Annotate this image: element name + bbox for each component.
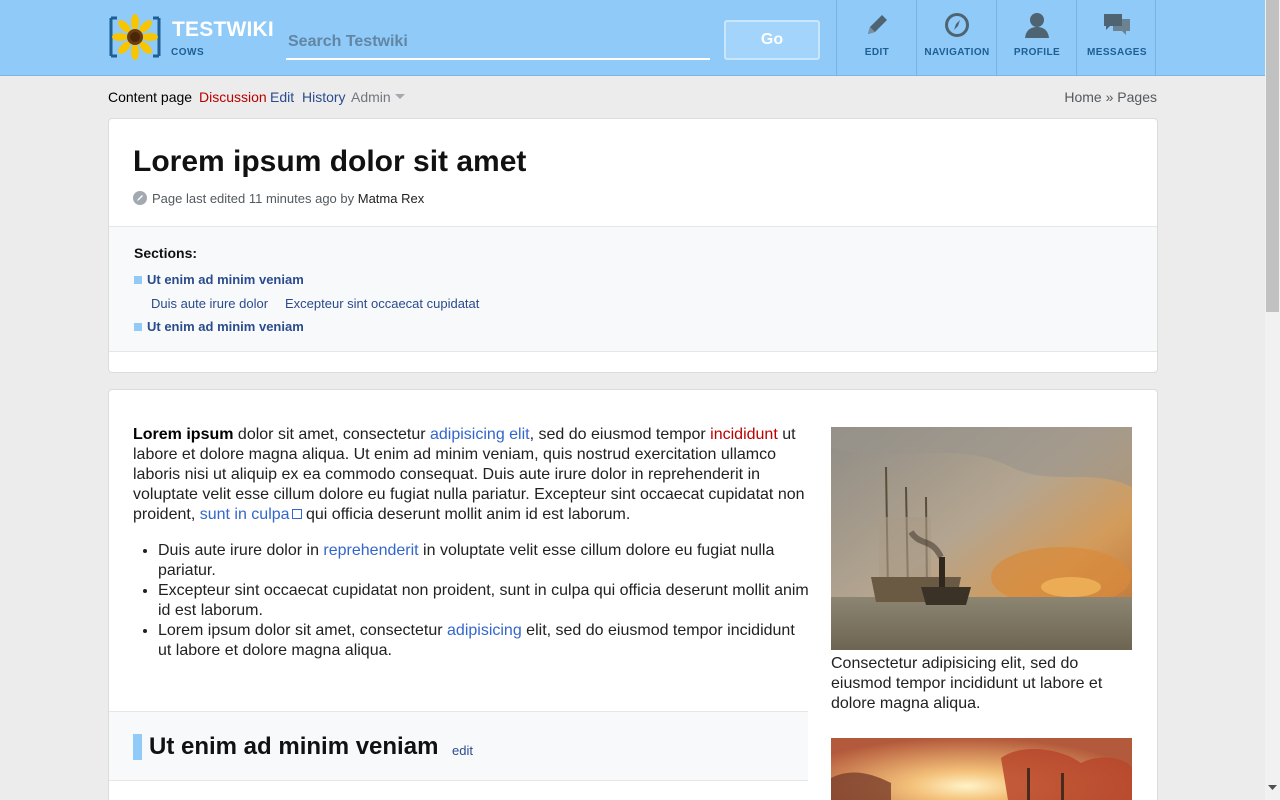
toc-subitem[interactable]: Excepteur sint occaecat cupidatat xyxy=(285,296,479,311)
external-link-label: sunt in culpa xyxy=(199,506,290,523)
nav-messages-label: MESSAGES xyxy=(1087,47,1147,58)
page-header-card: Lorem ipsum dolor sit amet Page last edi… xyxy=(108,118,1158,373)
toc-subitem[interactable]: Duis aute irure dolor xyxy=(151,296,268,311)
toc-item[interactable]: Ut enim ad minim veniam xyxy=(134,319,304,334)
article-list: Duis aute irure dolor in reprehenderit i… xyxy=(158,541,809,661)
list-item: Lorem ipsum dolor sit amet, consectetur … xyxy=(158,621,809,661)
edit-history-icon xyxy=(133,191,147,205)
article-text: , sed do eiusmod tempor xyxy=(529,426,711,443)
table-of-contents: Sections: Ut enim ad minim veniam Duis a… xyxy=(109,226,1157,352)
tab-admin-label: Admin xyxy=(351,89,391,105)
article-paragraph: Lorem ipsum dolor sit amet, consectetur … xyxy=(133,425,809,525)
article-card: Lorem ipsum dolor sit amet, consectetur … xyxy=(108,389,1158,800)
go-button[interactable]: Go xyxy=(724,20,820,60)
chevron-down-icon xyxy=(394,94,405,99)
list-item-text: Lorem ipsum dolor sit amet, consectetur xyxy=(158,622,448,639)
toc-bullet-icon xyxy=(134,323,142,331)
tab-admin[interactable]: Admin xyxy=(351,89,405,105)
nav-edit-label: EDIT xyxy=(864,47,890,58)
article-link[interactable]: adipisicing elit xyxy=(430,426,530,443)
nav-profile-label: PROFILE xyxy=(1013,47,1061,58)
site-header: TESTWIKI COWS Go EDIT NAVIGATION PROFILE… xyxy=(0,0,1265,76)
nav-navigation-label: NAVIGATION xyxy=(924,47,990,58)
article-text: dolor sit amet, consectetur xyxy=(233,426,430,443)
article-image[interactable] xyxy=(831,738,1132,800)
wiki-tagline: COWS xyxy=(171,47,205,58)
article-external-link[interactable]: sunt in culpa xyxy=(200,506,302,523)
image-caption: Consectetur adipisicing elit, sed do eiu… xyxy=(831,655,1103,712)
toc-title: Sections: xyxy=(134,245,198,261)
user-icon xyxy=(1025,13,1049,38)
toc-item[interactable]: Ut enim ad minim veniam xyxy=(134,272,304,287)
sunflower-logo-icon[interactable] xyxy=(108,14,162,60)
breadcrumb-separator: » xyxy=(1105,89,1114,105)
list-item: Duis aute irure dolor in reprehenderit i… xyxy=(158,541,809,581)
last-edited-author[interactable]: Matma Rex xyxy=(358,191,424,206)
nav-messages[interactable]: MESSAGES xyxy=(1076,0,1156,76)
article-bold-lead: Lorem ipsum xyxy=(133,426,234,443)
section-title: Ut enim ad minim veniam xyxy=(149,733,439,760)
toc-item-label: Ut enim ad minim veniam xyxy=(147,272,304,287)
breadcrumb: Home » Pages xyxy=(1064,89,1157,105)
search-input[interactable] xyxy=(286,25,710,60)
last-edited: Page last edited 11 minutes ago by Matma… xyxy=(133,191,424,206)
toc-item-label: Ut enim ad minim veniam xyxy=(147,319,304,334)
section-edit-link[interactable]: edit xyxy=(452,743,473,758)
wiki-name[interactable]: TESTWIKI xyxy=(172,18,274,42)
page-title: Lorem ipsum dolor sit amet xyxy=(133,145,527,178)
article-text: qui officia deserunt mollit anim id est … xyxy=(301,506,631,523)
scrollbar-thumb[interactable] xyxy=(1266,0,1279,312)
list-item: Excepteur sint occaecat cupidatat non pr… xyxy=(158,581,809,621)
compass-icon xyxy=(945,13,969,37)
nav-edit[interactable]: EDIT xyxy=(836,0,916,76)
last-edited-text[interactable]: Page last edited 11 minutes ago by xyxy=(152,191,354,206)
tab-edit[interactable]: Edit xyxy=(270,89,294,105)
article-link[interactable]: reprehenderit xyxy=(323,542,418,559)
article-redlink[interactable]: incididunt xyxy=(710,426,778,443)
external-link-icon xyxy=(291,509,302,519)
article-image[interactable] xyxy=(831,427,1132,650)
article-body: Lorem ipsum dolor sit amet, consectetur … xyxy=(133,425,809,661)
article-link[interactable]: adipisicing xyxy=(447,622,522,639)
nav-navigation[interactable]: NAVIGATION xyxy=(916,0,996,76)
chat-icon xyxy=(1104,14,1130,35)
scroll-down-arrow-icon[interactable] xyxy=(1268,785,1277,791)
nav-profile[interactable]: PROFILE xyxy=(996,0,1076,76)
list-item-text: Duis aute irure dolor in xyxy=(158,542,324,559)
tab-content-page[interactable]: Content page xyxy=(108,89,192,105)
pencil-icon xyxy=(868,15,887,34)
section-heading: Ut enim ad minim veniam edit xyxy=(109,711,808,781)
section-accent-bar xyxy=(133,734,142,760)
tab-history[interactable]: History xyxy=(302,89,346,105)
tab-discussion[interactable]: Discussion xyxy=(199,89,267,105)
breadcrumb-home[interactable]: Home xyxy=(1064,89,1101,105)
breadcrumb-pages[interactable]: Pages xyxy=(1117,89,1157,105)
toc-bullet-icon xyxy=(134,276,142,284)
